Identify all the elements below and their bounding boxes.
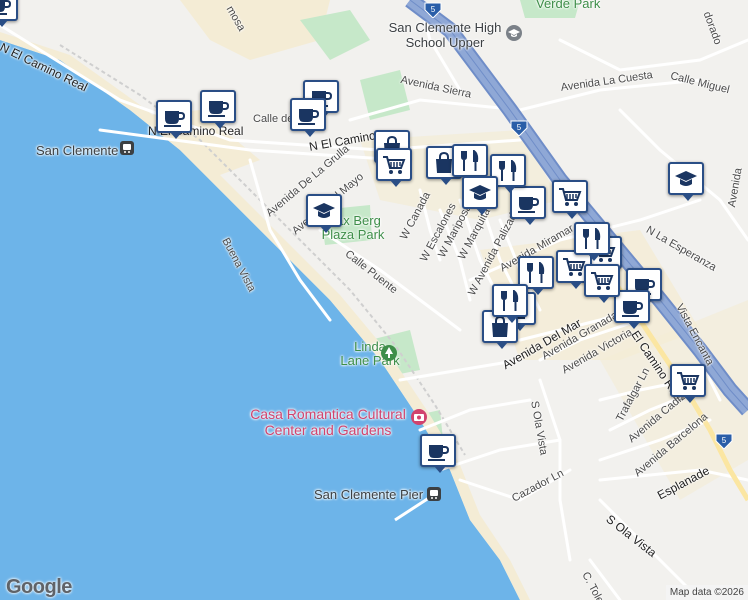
coffee-pin[interactable]: [200, 90, 236, 129]
coffee-cup-icon: [622, 300, 644, 317]
coffee-cup-icon: [0, 0, 12, 15]
shopping-cart-pin[interactable]: [552, 180, 588, 219]
graduation-cap-icon: [675, 170, 697, 186]
restaurant-pin[interactable]: [492, 284, 528, 323]
interstate-shield-icon: 5: [715, 433, 733, 449]
road-label-calle-de: Calle de: [253, 113, 294, 125]
shopping-cart-pin[interactable]: [670, 364, 706, 403]
school-pin[interactable]: [462, 176, 498, 215]
train-station-icon: [120, 141, 134, 155]
shopping-cart-icon: [563, 257, 586, 276]
fork-knife-icon: [499, 159, 517, 181]
interstate-shield-icon: 5: [510, 120, 528, 136]
map-attribution[interactable]: Map data ©2026: [665, 585, 748, 600]
coffee-cup-icon: [164, 110, 186, 127]
shopping-cart-icon: [559, 187, 582, 206]
restaurant-pin[interactable]: [574, 222, 610, 261]
fork-knife-icon: [501, 289, 519, 311]
fork-knife-icon: [527, 261, 545, 283]
shopping-cart-icon: [383, 155, 406, 174]
san-clemente-pier-label: San Clemente Pier: [314, 487, 424, 502]
interstate-shield-label: 5: [431, 5, 436, 14]
shopping-cart-pin[interactable]: [376, 148, 412, 187]
shopping-cart-icon: [591, 271, 614, 290]
coffee-pin[interactable]: [0, 0, 18, 27]
high-school-label: San Clemente High School Upper: [388, 20, 502, 50]
interstate-shield-label: 5: [517, 123, 522, 132]
verde-park-label: Verde Park: [536, 0, 601, 11]
interstate-shield-label: 5: [722, 436, 727, 445]
train-station-icon: [427, 487, 441, 501]
coffee-cup-icon: [428, 444, 450, 461]
camera-icon: [411, 409, 427, 425]
google-logo: Google: [6, 576, 72, 598]
shopping-cart-icon: [677, 371, 700, 390]
park-tree-icon: [381, 345, 397, 361]
coffee-cup-icon: [518, 196, 540, 213]
city-label-san-clemente: San Clemente: [36, 143, 119, 158]
shopping-cart-pin[interactable]: [584, 264, 620, 303]
fork-knife-icon: [461, 149, 479, 171]
coffee-pin[interactable]: [156, 100, 192, 139]
casa-romantica-label: Casa Romantica Cultural Center and Garde…: [250, 406, 406, 438]
coffee-cup-icon: [298, 108, 320, 125]
school-pin[interactable]: [306, 194, 342, 233]
restaurant-pin[interactable]: [452, 144, 488, 183]
map-canvas[interactable]: 5 5 5 Verde Park San Clemente High Schoo…: [0, 0, 748, 600]
coffee-pin[interactable]: [420, 434, 456, 473]
coffee-pin[interactable]: [290, 98, 326, 137]
graduation-cap-icon: [313, 202, 335, 218]
fork-knife-icon: [583, 227, 601, 249]
graduation-cap-icon: [469, 184, 491, 200]
interstate-shield-icon: 5: [424, 2, 442, 18]
school-icon: [506, 25, 522, 41]
coffee-cup-icon: [208, 100, 230, 117]
school-pin[interactable]: [668, 162, 704, 201]
